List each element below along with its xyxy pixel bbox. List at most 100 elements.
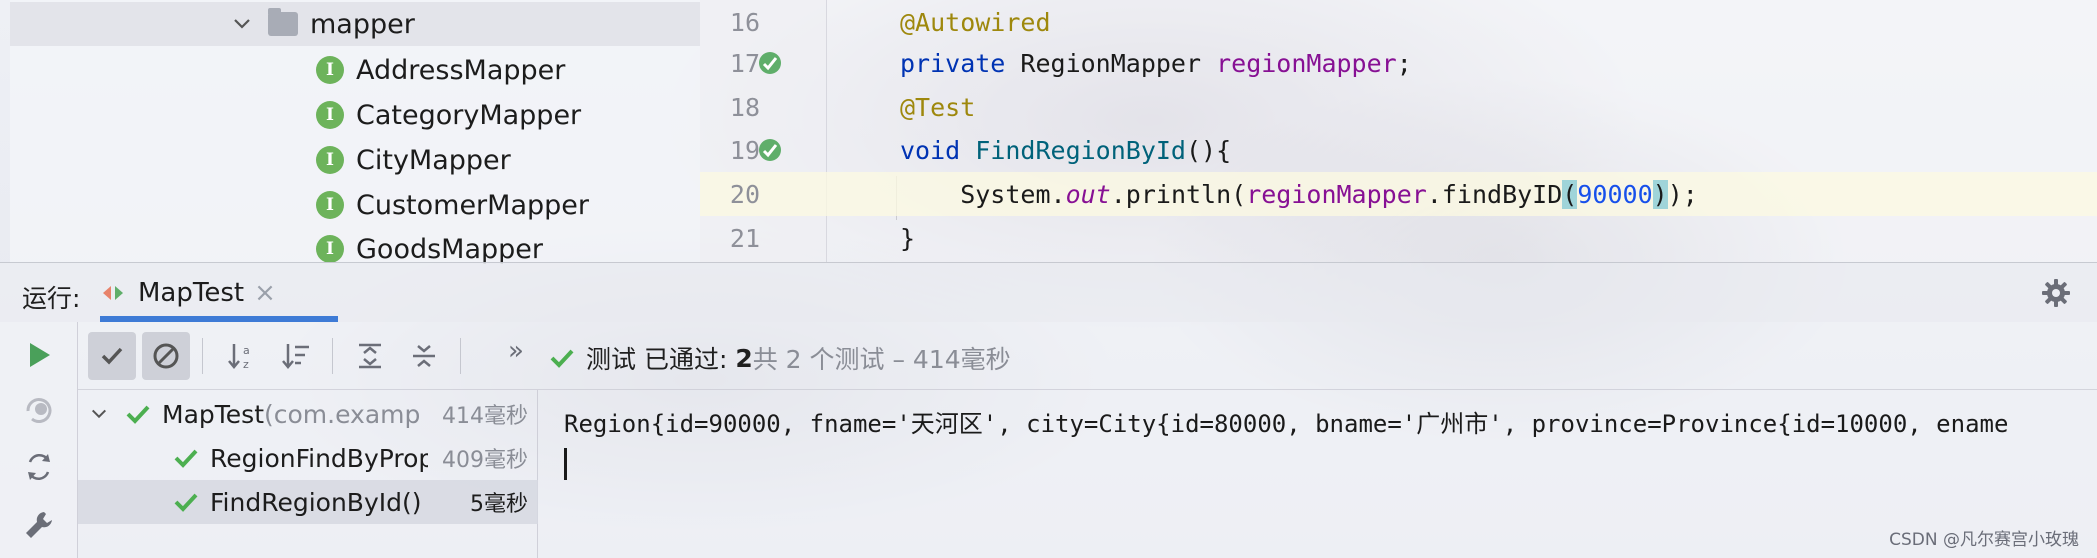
code-token: out <box>1065 179 1111 209</box>
code-token: ) <box>1652 179 1668 209</box>
expand-all-button[interactable] <box>346 332 394 380</box>
status-prefix: 测试 已通过: <box>586 345 736 374</box>
test-status: 测试 已通过: 2 共 2 个测试 – 414毫秒 <box>548 340 1011 376</box>
code-text: System.out.println(regionMapper.findByID… <box>900 179 1698 209</box>
test-package: (com.examp <box>264 399 421 429</box>
code-line[interactable]: 20 System.out.println(regionMapper.findB… <box>700 172 2097 216</box>
test-toolbar: a z » 测试 已通过: 2 共 2 个测试 – 414毫秒 <box>78 322 2097 390</box>
svg-text:a: a <box>243 344 250 357</box>
test-duration: 409毫秒 <box>442 448 528 473</box>
console-output[interactable]: Region{id=90000, fname='天河区', city=City{… <box>540 390 2097 558</box>
code-line[interactable]: 17 private RegionMapper regionMapper; <box>700 41 2097 85</box>
show-passed-button[interactable] <box>88 332 136 380</box>
code-token: @Autowired <box>900 7 1051 37</box>
passed-check-icon <box>550 349 574 368</box>
code-token: private <box>900 48 1021 78</box>
run-toolwindow-body: a z » 测试 已通过: 2 共 2 个测试 – 414毫秒 MapTest … <box>0 322 2097 558</box>
code-text: void FindRegionById(){ <box>900 136 1231 165</box>
test-duration: 5毫秒 <box>470 492 528 517</box>
toggle-auto-test-icon[interactable] <box>22 450 56 484</box>
collapse-all-button[interactable] <box>400 332 448 380</box>
ignored-icon <box>153 343 179 369</box>
junit-run-icon <box>103 286 123 300</box>
chevron-down-icon[interactable] <box>90 405 108 423</box>
gear-icon[interactable] <box>2040 277 2072 309</box>
run-tab-maptest[interactable]: MapTest × <box>100 263 338 323</box>
folder-icon <box>268 8 298 36</box>
tree-item-label: CategoryMapper <box>356 99 582 131</box>
run-test-gutter-icon[interactable] <box>756 136 784 164</box>
line-number: 19 <box>729 135 760 165</box>
test-row-maptest[interactable]: MapTest (com.examp 414毫秒 <box>78 392 538 436</box>
tree-item-city-mapper[interactable]: I CityMapper <box>10 138 700 182</box>
test-duration: 414毫秒 <box>442 404 528 429</box>
expand-all-icon <box>359 343 381 369</box>
code-token: FindRegionById <box>975 135 1186 165</box>
run-side-toolbar <box>0 322 78 558</box>
code-token: 90000 <box>1577 179 1653 209</box>
line-number: 16 <box>729 7 760 37</box>
code-token: ); <box>1667 179 1698 209</box>
interface-icon: I <box>316 235 344 263</box>
interface-icon: I <box>316 101 344 129</box>
rerun-icon[interactable] <box>22 338 56 372</box>
tab-close-icon[interactable]: × <box>254 278 276 308</box>
interface-icon: I <box>316 146 344 174</box>
passed-check-icon <box>174 493 198 512</box>
code-token: .println( <box>1110 179 1247 209</box>
more-actions-icon[interactable]: » <box>508 336 524 366</box>
collapse-all-icon <box>413 345 435 367</box>
line-number: 20 <box>729 179 760 209</box>
chevron-down-icon[interactable] <box>232 14 252 34</box>
code-text: private RegionMapper regionMapper; <box>900 49 1412 78</box>
tree-item-label: AddressMapper <box>356 54 566 86</box>
sort-alpha-icon: a z <box>228 344 250 371</box>
code-line[interactable]: 19 void FindRegionById(){ <box>700 128 2097 172</box>
watermark: CSDN @凡尔赛宫小玫瑰 <box>1889 530 2079 550</box>
test-name: FindRegionById() <box>210 487 422 517</box>
sort-alphabetically-button[interactable]: a z <box>218 332 266 380</box>
code-line[interactable]: 16 @Autowired <box>700 0 2097 44</box>
code-line[interactable]: 21} <box>700 216 2097 260</box>
test-row-find-region-by-id[interactable]: FindRegionById() 5毫秒 <box>78 480 538 524</box>
tree-item-category-mapper[interactable]: I CategoryMapper <box>10 93 700 137</box>
tree-item-customer-mapper[interactable]: I CustomerMapper <box>10 183 700 227</box>
code-token: RegionMapper <box>1020 48 1217 78</box>
code-token: .findByID <box>1426 179 1563 209</box>
interface-icon: I <box>316 56 344 84</box>
line-number: 17 <box>729 48 760 78</box>
code-text: @Test <box>900 93 975 122</box>
run-tab-title: MapTest <box>138 278 245 308</box>
test-results-tree: MapTest (com.examp 414毫秒 RegionFindByPro… <box>78 390 538 558</box>
status-passed-count: 2 <box>735 343 753 373</box>
code-token: } <box>900 223 916 253</box>
code-token: regionMapper <box>1216 48 1397 78</box>
project-tree: mapper I AddressMapper I CategoryMapper … <box>10 0 700 265</box>
tree-folder-mapper[interactable]: mapper <box>10 2 700 46</box>
check-icon <box>101 347 123 365</box>
code-token: ( <box>1562 179 1578 209</box>
test-name: RegionFindByProp <box>210 443 428 473</box>
show-ignored-button[interactable] <box>142 332 190 380</box>
code-text: } <box>900 224 915 253</box>
code-token: regionMapper <box>1246 179 1427 209</box>
passed-check-icon <box>174 449 198 468</box>
interface-icon: I <box>316 191 344 219</box>
rerun-failed-icon[interactable] <box>22 394 56 428</box>
test-row-region-find-by-prop[interactable]: RegionFindByProp 409毫秒 <box>78 436 538 480</box>
wrench-icon[interactable] <box>22 508 56 542</box>
sort-duration-icon <box>282 344 309 369</box>
code-editor[interactable]: 16 @Autowired 17 private RegionMapper regio… <box>700 0 2097 262</box>
line-number: 21 <box>729 223 760 253</box>
autowired-bean-icon[interactable] <box>756 49 784 77</box>
line-number: 18 <box>729 92 760 122</box>
tree-item-address-mapper[interactable]: I AddressMapper <box>10 48 700 92</box>
run-toolwindow-header: 运行: MapTest × <box>0 262 2097 322</box>
test-name: MapTest <box>162 399 264 429</box>
sort-by-duration-button[interactable] <box>272 332 320 380</box>
code-text: @Autowired <box>900 8 1051 37</box>
console-line: Region{id=90000, fname='天河区', city=City{… <box>564 410 2009 438</box>
code-token: ; <box>1396 48 1412 78</box>
tree-item-label: CityMapper <box>356 144 511 176</box>
code-line[interactable]: 18 @Test <box>700 85 2097 129</box>
